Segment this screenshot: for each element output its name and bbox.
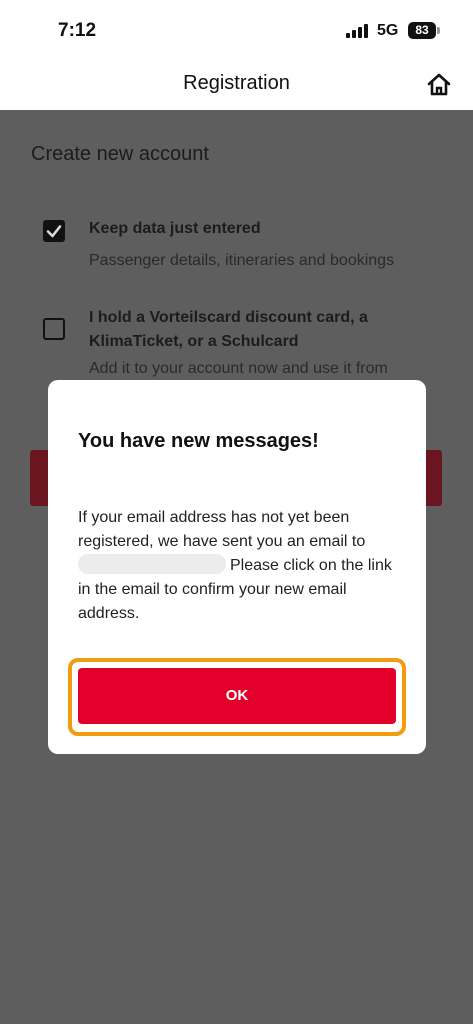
status-time: 7:12 xyxy=(58,20,97,41)
battery-icon: 83 xyxy=(408,22,436,39)
signal-icon xyxy=(346,24,370,38)
new-messages-dialog: You have new messages! If your email add… xyxy=(48,380,426,754)
discount-card-description: Add it to your account now and use it fr… xyxy=(89,360,388,377)
keep-data-label: Keep data just entered xyxy=(89,220,261,237)
keep-data-checkbox[interactable] xyxy=(43,220,65,242)
keep-data-description: Passenger details, itineraries and booki… xyxy=(89,252,395,269)
battery-tip xyxy=(437,27,440,34)
status-bar: 7:12 5G 83 xyxy=(0,0,473,62)
home-icon xyxy=(427,73,451,96)
dialog-title: You have new messages! xyxy=(78,430,319,452)
dialog-message-part1: If your email address has not yet been r… xyxy=(78,509,366,550)
redacted-email xyxy=(78,554,226,574)
home-button[interactable] xyxy=(424,70,454,100)
dialog-message: If your email address has not yet been r… xyxy=(78,506,398,626)
discount-card-label: I hold a Vorteilscard discount card, a K… xyxy=(89,309,368,350)
checkmark-icon xyxy=(46,225,62,238)
section-heading: Create new account xyxy=(31,143,209,165)
ok-button[interactable]: OK xyxy=(78,668,396,724)
network-type: 5G xyxy=(377,22,399,39)
discount-card-checkbox[interactable] xyxy=(43,318,65,340)
page-title: Registration xyxy=(183,72,290,94)
nav-bar: Registration xyxy=(0,62,473,110)
